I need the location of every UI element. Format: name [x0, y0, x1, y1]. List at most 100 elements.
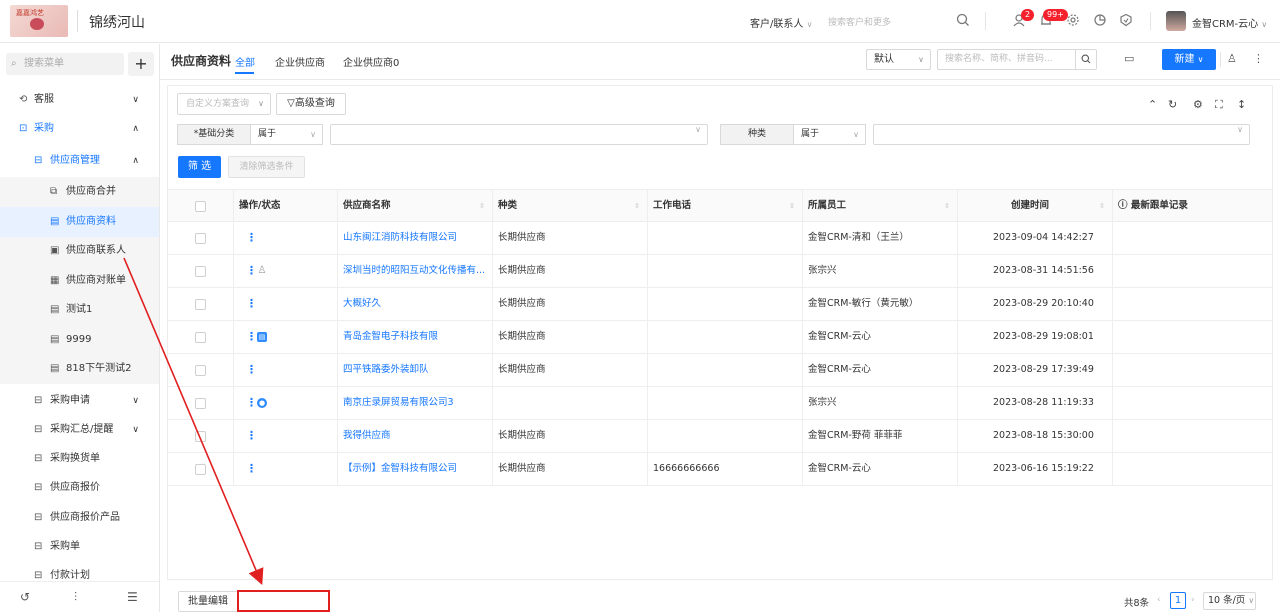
filter-button[interactable]: 筛 选 — [178, 156, 221, 178]
filter-value-category[interactable]: ∨ — [330, 124, 708, 145]
tab-all[interactable]: 全部 — [235, 54, 255, 69]
column-header-name[interactable]: 供应商名称 — [343, 190, 391, 222]
sliders-icon[interactable]: ⫶ — [74, 590, 77, 605]
view-select[interactable]: 默认 ∨ — [866, 49, 931, 70]
sidebar-item-818-test2[interactable]: ▤ 818下午测试2 — [0, 354, 159, 384]
sidebar-item-supplier-contacts[interactable]: ▣ 供应商联系人 — [0, 236, 159, 266]
new-button[interactable]: 新建 ∨ — [1162, 49, 1216, 70]
row-checkbox[interactable] — [195, 431, 206, 442]
supplier-name-link[interactable]: 深圳当时的昭阳互动文化传播有... — [343, 255, 488, 287]
sort-icon[interactable]: ⇳ — [1099, 190, 1105, 222]
monitor-icon[interactable]: ▭ — [1124, 52, 1134, 65]
user-icon[interactable]: ♙ — [1227, 52, 1237, 65]
sort-icon[interactable]: ⇳ — [789, 190, 795, 222]
supplier-name-link[interactable]: 青岛金智电子科技有限 — [343, 321, 488, 353]
row-checkbox[interactable] — [195, 332, 206, 343]
supplier-name-link[interactable]: 【示例】金智科技有限公司 — [343, 453, 488, 485]
scheme-select[interactable]: 自定义方案查询 ∨ — [177, 93, 271, 115]
table-row[interactable]: ⋮ 山东闽江消防科技有限公司 长期供应商 金智CRM-清和（王兰） 2023-0… — [168, 222, 1272, 255]
sidebar-item-supplier-profile[interactable]: ▤ 供应商资料 — [0, 207, 159, 237]
sort-icon[interactable]: ⇳ — [634, 190, 640, 222]
row-checkbox[interactable] — [195, 266, 206, 277]
collapse-up-icon[interactable]: ⌃ — [1148, 98, 1157, 111]
settings-icon[interactable] — [1065, 13, 1081, 29]
table-row[interactable]: ⋮ ♙ 深圳当时的昭阳互动文化传播有... 长期供应商 张宗兴 2023-08-… — [168, 255, 1272, 288]
row-more-icon[interactable]: ⋮ — [246, 453, 257, 485]
sidebar-item-supplier-merge[interactable]: ⧉ 供应商合并 — [0, 177, 159, 207]
row-more-icon[interactable]: ⋮ — [246, 387, 257, 419]
row-more-icon[interactable]: ⋮ — [246, 420, 257, 452]
next-page-icon[interactable]: › — [1191, 595, 1195, 605]
sidebar-item-9999[interactable]: ▤ 9999 — [0, 325, 159, 355]
sidebar-item-supplier-statement[interactable]: ▦ 供应商对账单 — [0, 266, 159, 296]
select-all-checkbox[interactable] — [195, 201, 206, 212]
sort-icon[interactable]: ⇳ — [479, 190, 485, 222]
table-row[interactable]: ⋮ ● 南京庄录屏贸易有限公司3 张宗兴 2023-08-28 11:19:33 — [168, 387, 1272, 420]
table-row[interactable]: ⋮ ▤ 青岛金智电子科技有限 长期供应商 金智CRM-云心 2023-08-29… — [168, 321, 1272, 354]
supplier-name-link[interactable]: 山东闽江消防科技有限公司 — [343, 222, 488, 254]
tab-enterprise-suppliers-0[interactable]: 企业供应商0 — [343, 54, 399, 69]
sidebar-item-supplier-quote-product[interactable]: ⊟ 供应商报价产品 — [0, 503, 159, 533]
filter-op-category[interactable]: 属于 ∨ — [250, 124, 323, 145]
table-row[interactable]: ⋮ 【示例】金智科技有限公司 长期供应商 16666666666 金智CRM-云… — [168, 453, 1272, 486]
supplier-name-link[interactable]: 我得供应商 — [343, 420, 488, 452]
table-row[interactable]: ⋮ 我得供应商 长期供应商 金智CRM-野荷 菲菲菲 2023-08-18 15… — [168, 420, 1272, 453]
column-header-staff[interactable]: 所属员工 — [808, 190, 846, 222]
supplier-name-link[interactable]: 四平铁路委外装卸队 — [343, 354, 488, 386]
customer-scope-select[interactable]: 客户/联系人 ∨ — [750, 15, 812, 30]
company-logo[interactable]: 嘉嘉鸿艺 — [10, 5, 68, 37]
row-more-icon[interactable]: ⋮ — [246, 354, 257, 386]
table-row[interactable]: ⋮ 四平铁路委外装卸队 长期供应商 金智CRM-云心 2023-08-29 17… — [168, 354, 1272, 387]
row-more-icon[interactable]: ⋮ — [246, 255, 257, 287]
stats-icon[interactable] — [1092, 13, 1108, 29]
row-checkbox[interactable] — [195, 299, 206, 310]
collapse-icon[interactable]: ☰ — [127, 590, 138, 604]
fullscreen-icon[interactable]: ⛶ — [1215, 98, 1223, 112]
avatar[interactable] — [1166, 11, 1186, 31]
keyword-search-input[interactable]: 搜索名称、简称、拼音码... — [937, 49, 1076, 70]
menu-search-input[interactable]: ⌕ 搜索菜单 — [6, 53, 124, 75]
tab-enterprise-suppliers[interactable]: 企业供应商 — [275, 54, 325, 69]
refresh-icon[interactable]: ↻ — [1168, 98, 1177, 111]
sidebar-item-customer-service[interactable]: ⟲ 客服 ∨ — [0, 85, 159, 115]
supplier-name-link[interactable]: 大概好久 — [343, 288, 488, 320]
batch-edit-button[interactable]: 批量编辑 — [178, 591, 238, 612]
sidebar-item-purchase-summary[interactable]: ⊟ 采购汇总/提醒 ∨ — [0, 415, 159, 445]
sidebar-item-supplier-management[interactable]: ⊟ 供应商管理 ∧ — [0, 146, 159, 176]
row-checkbox[interactable] — [195, 365, 206, 376]
search-icon[interactable] — [955, 13, 971, 29]
filter-op-kind[interactable]: 属于 ∨ — [793, 124, 866, 145]
user-name[interactable]: 金智CRM-云心 ∨ — [1192, 15, 1267, 30]
search-button[interactable] — [1075, 49, 1097, 70]
sidebar-item-purchase-exchange[interactable]: ⊟ 采购换货单 — [0, 444, 159, 474]
row-more-icon[interactable]: ⋮ — [246, 222, 257, 254]
table-row[interactable]: ⋮ 大概好久 长期供应商 金智CRM-敏行（黄元敏） 2023-08-29 20… — [168, 288, 1272, 321]
column-settings-icon[interactable]: ⚙ — [1193, 98, 1203, 111]
sidebar-item-test1[interactable]: ▤ 测试1 — [0, 295, 159, 325]
column-header-kind[interactable]: 种类 — [498, 190, 517, 222]
sidebar-item-purchase-order[interactable]: ⊟ 采购单 — [0, 532, 159, 562]
row-more-icon[interactable]: ⋮ — [246, 321, 257, 353]
advanced-search-button[interactable]: ▽高级查询 — [276, 93, 346, 115]
sort-icon[interactable]: ⇳ — [944, 190, 950, 222]
filter-value-kind[interactable]: ∨ — [873, 124, 1250, 145]
row-more-icon[interactable]: ⋮ — [246, 288, 257, 320]
shield-icon[interactable] — [1118, 13, 1134, 29]
row-checkbox[interactable] — [195, 233, 206, 244]
add-menu-button[interactable]: + — [128, 52, 154, 76]
clear-filters-button[interactable]: 清除筛选条件 — [228, 156, 305, 178]
row-height-icon[interactable]: ↕ — [1237, 98, 1246, 111]
supplier-name-link[interactable]: 南京庄录屏贸易有限公司3 — [343, 387, 488, 419]
history-icon[interactable]: ↺ — [20, 590, 30, 604]
column-header-phone[interactable]: 工作电话 — [653, 190, 691, 222]
column-header-created[interactable]: 创建时间 — [1011, 190, 1049, 222]
more-vertical-icon[interactable]: ⋮ — [1253, 52, 1264, 65]
page-size-select[interactable]: 10 条/页 ∨ — [1203, 592, 1256, 610]
row-checkbox[interactable] — [195, 464, 206, 475]
sidebar-item-supplier-quote[interactable]: ⊟ 供应商报价 — [0, 473, 159, 503]
sidebar-item-purchase-request[interactable]: ⊟ 采购申请 ∨ — [0, 386, 159, 416]
row-checkbox[interactable] — [195, 398, 206, 409]
global-search-input[interactable]: 搜索客户和更多 — [828, 15, 891, 28]
sidebar-item-purchase[interactable]: ⊡ 采购 ∧ — [0, 114, 159, 144]
page-number-button[interactable]: 1 — [1170, 592, 1186, 609]
